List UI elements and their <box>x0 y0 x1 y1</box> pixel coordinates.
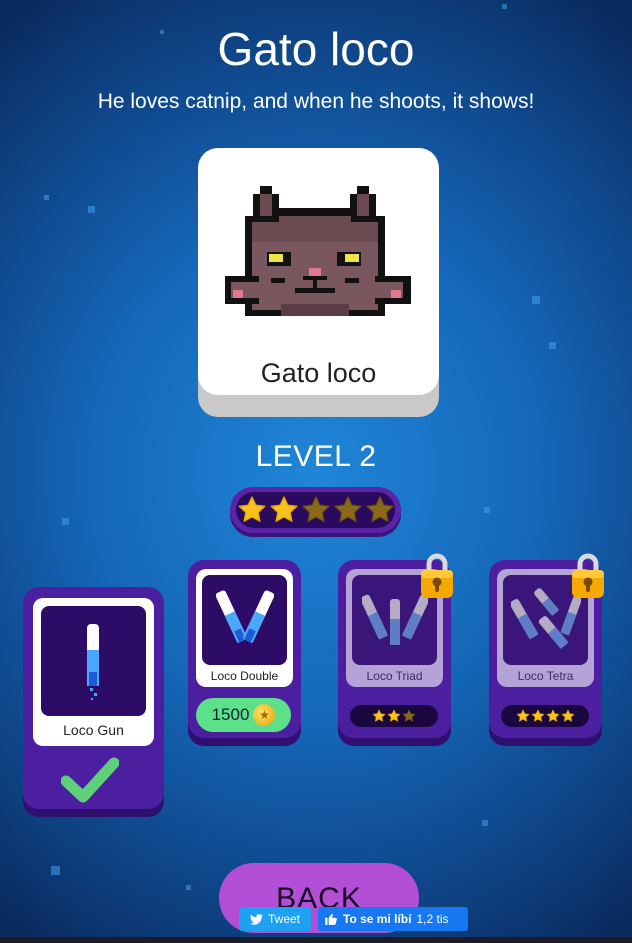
background-sparkle <box>502 4 507 9</box>
thumbs-up-icon <box>325 913 337 925</box>
weapon-card-loco-triad[interactable]: Loco Triad <box>338 553 453 738</box>
star-filled-icon <box>387 709 401 722</box>
required-stars <box>501 705 589 727</box>
star-empty-icon <box>302 496 329 522</box>
weapon-name: Loco Double <box>210 669 279 683</box>
weapon-name: Loco Tetra <box>517 669 574 683</box>
price-amount: 1500 <box>211 705 250 724</box>
coin-icon: ★ <box>253 704 276 726</box>
twitter-bird-icon <box>249 913 263 925</box>
level-stars-track <box>236 492 395 528</box>
weapon-panel: Loco Double <box>196 569 293 687</box>
star-filled-icon <box>238 496 265 522</box>
facebook-like-count: 1,2 tis <box>416 912 449 926</box>
star-filled-icon <box>372 709 386 722</box>
tweet-label: Tweet <box>267 912 300 926</box>
background-sparkle <box>532 296 540 304</box>
level-label: LEVEL 2 <box>255 440 377 473</box>
cat-portrait-icon <box>225 186 411 316</box>
background-sparkle <box>88 206 95 213</box>
weapon-card-loco-double[interactable]: Loco Double 1500 ★ <box>188 560 301 738</box>
background-sparkle <box>484 507 490 513</box>
buy-price-button[interactable]: 1500 ★ <box>196 698 291 732</box>
padlock-icon <box>572 553 604 598</box>
facebook-like-button[interactable]: To se mi líbí 1,2 tis <box>318 907 468 931</box>
star-empty-icon <box>366 496 393 522</box>
star-empty-icon <box>402 709 416 722</box>
weapon-name: Loco Gun <box>63 722 124 738</box>
background-sparkle <box>549 342 556 349</box>
tweet-button[interactable]: Tweet <box>239 907 311 931</box>
weapon-thumbnail <box>41 606 146 716</box>
weapon-card-loco-tetra[interactable]: Loco Tetra <box>489 553 604 738</box>
weapon-name: Loco Triad <box>366 669 423 683</box>
page-title: Gato loco <box>217 23 415 75</box>
padlock-icon <box>421 553 453 598</box>
background-sparkle <box>44 195 49 200</box>
star-filled-icon <box>516 709 529 722</box>
star-filled-icon <box>531 709 544 722</box>
character-card: Gato loco <box>198 148 439 395</box>
required-stars <box>350 705 438 727</box>
star-filled-icon <box>270 496 297 522</box>
checkmark-icon <box>61 757 119 803</box>
background-sparkle <box>62 518 69 525</box>
background-sparkle <box>51 866 60 875</box>
weapon-thumbnail <box>202 575 287 665</box>
star-empty-icon <box>334 496 361 522</box>
weapon-panel: Loco Gun <box>33 598 154 746</box>
weapon-card-loco-gun[interactable]: Loco Gun <box>23 587 164 809</box>
bottom-bar <box>0 937 632 943</box>
background-sparkle <box>186 885 191 890</box>
level-stars <box>230 487 401 533</box>
star-filled-icon <box>561 709 574 722</box>
page-subtitle: He loves catnip, and when he shoots, it … <box>97 90 535 113</box>
triple-shot-icon <box>362 594 428 645</box>
double-shot-icon <box>216 590 274 644</box>
facebook-like-label: To se mi líbí <box>343 912 412 926</box>
single-shot-icon <box>87 624 99 700</box>
character-name: Gato loco <box>260 358 377 388</box>
background-sparkle <box>482 820 488 826</box>
star-filled-icon <box>546 709 559 722</box>
